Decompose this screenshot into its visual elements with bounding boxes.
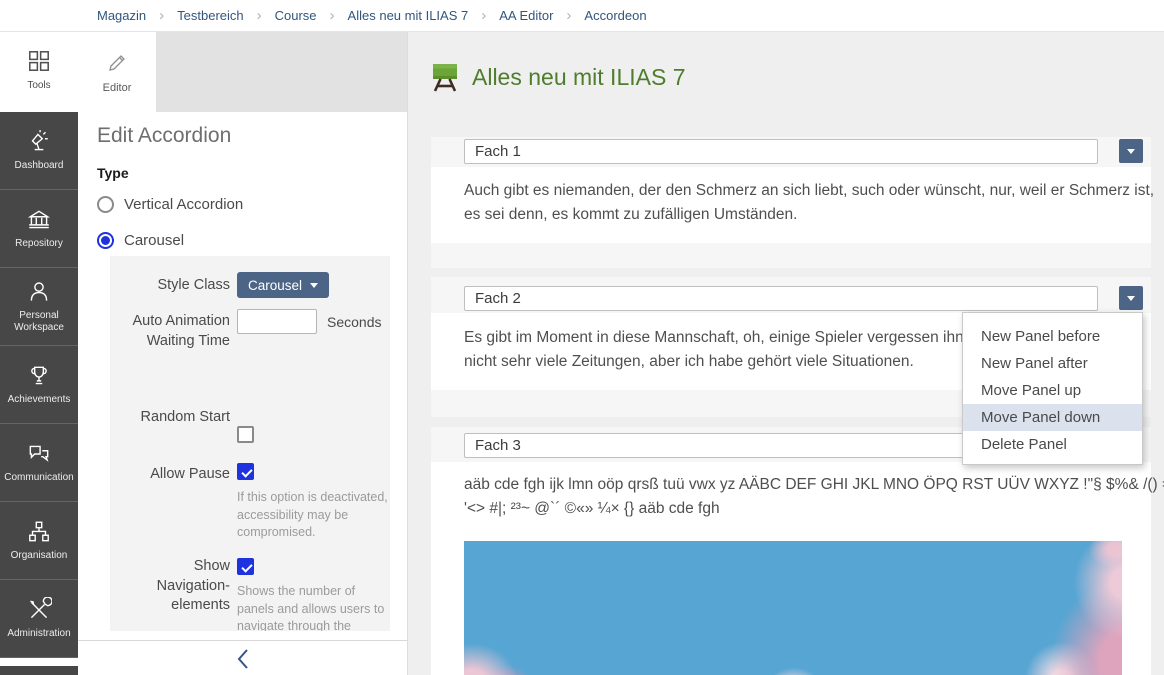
breadcrumb-separator-icon: › [159, 8, 164, 23]
radio-vertical-accordion[interactable]: Vertical Accordion [97, 196, 243, 213]
panel-1-actions-button[interactable] [1119, 139, 1143, 163]
menu-item-new-panel-after[interactable]: New Panel after [963, 350, 1142, 377]
style-class-label: Style Class [118, 276, 230, 296]
auto-animation-label: Auto Animation Waiting Time [118, 312, 230, 351]
person-icon [26, 279, 52, 305]
repository-building-icon [26, 207, 52, 233]
chevron-down-icon [1127, 149, 1135, 154]
rail-item-organisation[interactable]: Organisation [0, 502, 78, 580]
allow-pause-label: Allow Pause [118, 465, 230, 485]
rail-item-repository[interactable]: Repository [0, 190, 78, 268]
breadcrumb-separator-icon: › [257, 8, 262, 23]
page-title: Alles neu mit ILIAS 7 [472, 64, 686, 91]
auto-animation-input[interactable] [237, 309, 317, 334]
radio-selected-icon[interactable] [97, 232, 114, 249]
panel-title: Edit Accordion [97, 124, 231, 148]
chevron-down-icon [1127, 296, 1135, 301]
panel-1-header [431, 137, 1151, 167]
accordion-panel-1: Auch gibt es niemanden, der den Schmerz … [431, 137, 1151, 268]
panel-1-text: Auch gibt es niemanden, der den Schmerz … [464, 179, 1154, 227]
dashboard-lamp-icon [26, 129, 52, 155]
panel-2-header [431, 277, 1151, 313]
rail-item-personal-workspace[interactable]: Personal Workspace [0, 268, 78, 346]
collapse-panel-bar[interactable] [78, 640, 407, 675]
rail-item-dashboard[interactable]: Dashboard [0, 112, 78, 190]
show-nav-checkbox[interactable] [237, 558, 254, 575]
style-class-dropdown[interactable]: Carousel [237, 272, 329, 298]
slate-tab-strip: Editor [78, 32, 407, 112]
page-head: Alles neu mit ILIAS 7 [431, 62, 686, 93]
rail-item-achievements[interactable]: Achievements [0, 346, 78, 424]
allow-pause-help: If this option is deactivated, accessibi… [237, 489, 389, 542]
tools-grid-icon [26, 48, 52, 74]
rail-item-partial[interactable] [0, 666, 78, 675]
random-start-checkbox[interactable] [237, 426, 254, 443]
org-chart-icon [26, 519, 52, 545]
menu-item-delete-panel[interactable]: Delete Panel [963, 431, 1142, 458]
tab-editor[interactable]: Editor [78, 32, 156, 112]
panel-1-body: Auch gibt es niemanden, der den Schmerz … [431, 167, 1151, 243]
breadcrumb-object[interactable]: Alles neu mit ILIAS 7 [348, 8, 469, 23]
rail-item-communication[interactable]: Communication [0, 424, 78, 502]
show-nav-label: Show Navigation-elements [118, 557, 230, 616]
breadcrumb-course[interactable]: Course [275, 8, 317, 23]
main-nav-rail: Tools Dashboard Repository [0, 32, 78, 675]
panel-3-text: aäb cde fgh ijk lmn oöp qrsß tuü vwx yz … [464, 473, 1164, 521]
trophy-icon [26, 363, 52, 389]
pencil-icon [105, 51, 129, 75]
allow-pause-checkbox[interactable] [237, 463, 254, 480]
edit-accordion-panel: Edit Accordion Type Vertical Accordion C… [78, 112, 407, 640]
menu-item-move-panel-up[interactable]: Move Panel up [963, 377, 1142, 404]
rail-items: Dashboard Repository Personal Workspace [0, 112, 78, 658]
cherry-blossom-image [464, 541, 1122, 675]
breadcrumb: Magazin › Testbereich › Course › Alles n… [0, 0, 1164, 32]
chevron-left-icon [236, 647, 250, 671]
ilias-editor-screen: Magazin › Testbereich › Course › Alles n… [0, 0, 1164, 675]
menu-item-new-panel-before[interactable]: New Panel before [963, 323, 1142, 350]
radio-unselected-icon[interactable] [97, 196, 114, 213]
carousel-options-subpanel: Style Class Carousel Auto Animation Wait… [110, 256, 390, 631]
breadcrumb-testbereich[interactable]: Testbereich [177, 8, 243, 23]
rail-item-administration[interactable]: Administration [0, 580, 78, 658]
breadcrumb-aa-editor[interactable]: AA Editor [499, 8, 553, 23]
chat-bubbles-icon [26, 441, 52, 467]
breadcrumb-separator-icon: › [330, 8, 335, 23]
panel-1-footer [431, 243, 1151, 268]
show-nav-help: Shows the number of panels and allows us… [237, 583, 389, 631]
breadcrumb-separator-icon: › [566, 8, 571, 23]
breadcrumb-accordeon[interactable]: Accordeon [584, 8, 646, 23]
type-label: Type [97, 165, 129, 181]
panel-actions-menu: New Panel before New Panel after Move Pa… [962, 312, 1143, 465]
menu-item-move-panel-down[interactable]: Move Panel down [963, 404, 1142, 431]
crossed-tools-icon [26, 597, 52, 623]
panel-3-body: aäb cde fgh ijk lmn oöp qrsß tuü vwx yz … [431, 462, 1151, 675]
main-content: Alles neu mit ILIAS 7 Auch gibt es niema… [407, 32, 1164, 675]
chevron-down-icon [310, 283, 318, 288]
course-board-icon [431, 62, 459, 93]
seconds-suffix: Seconds [327, 314, 381, 330]
breadcrumb-magazin[interactable]: Magazin [97, 8, 146, 23]
breadcrumb-separator-icon: › [481, 8, 486, 23]
panel-1-title-input[interactable] [464, 139, 1098, 164]
panel-2-text: Es gibt im Moment in diese Mannschaft, o… [464, 326, 996, 374]
panel-2-title-input[interactable] [464, 286, 1098, 311]
random-start-label: Random Start [118, 408, 230, 428]
radio-carousel[interactable]: Carousel [97, 232, 184, 249]
rail-item-tools[interactable]: Tools [0, 32, 78, 108]
panel-2-actions-button[interactable] [1119, 286, 1143, 310]
